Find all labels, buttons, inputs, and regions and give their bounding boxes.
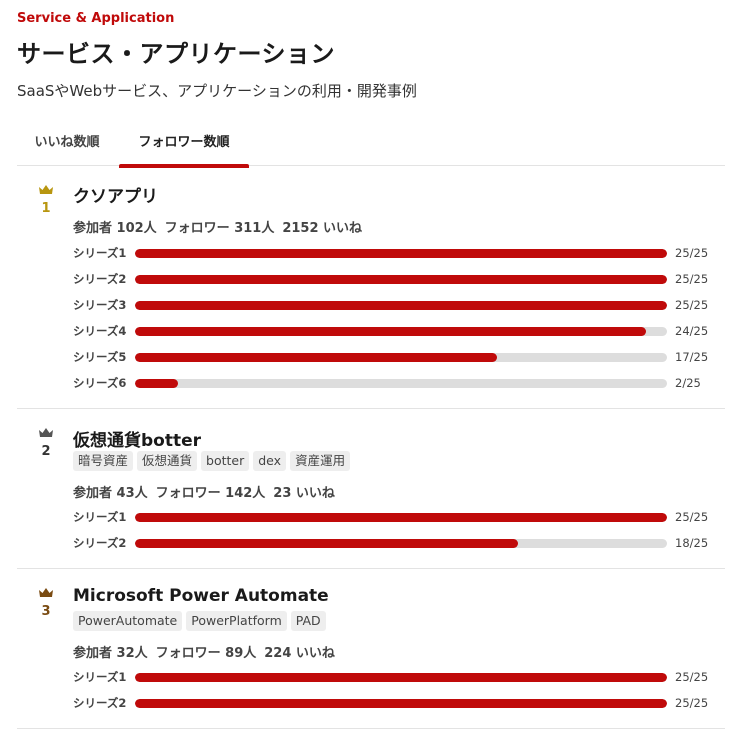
rank-badge: 1 — [35, 184, 57, 216]
followers-count: フォロワー 142人 — [155, 486, 266, 501]
entry-title[interactable]: クソアプリ — [73, 182, 158, 207]
tag[interactable]: 暗号資産 — [73, 451, 134, 471]
followers-count: フォロワー 89人 — [155, 646, 257, 661]
series-count: 2/25 — [675, 376, 701, 390]
series-progress-bar — [135, 513, 667, 522]
tag[interactable]: botter — [201, 451, 250, 471]
series-count: 25/25 — [675, 670, 709, 684]
series-progress-row[interactable]: シリーズ2 18/25 — [73, 536, 723, 550]
series-progress-fill — [135, 699, 667, 708]
series-label: シリーズ1 — [73, 246, 127, 260]
series-progress-bar — [135, 353, 667, 362]
page-description: SaaSやWebサービス、アプリケーションの利用・開発事例 — [17, 82, 417, 100]
series-progress-bar — [135, 301, 667, 310]
entry-stats: 参加者 102人 フォロワー 311人 2152 いいね — [73, 217, 370, 236]
series-count: 25/25 — [675, 298, 709, 312]
series-progress-fill — [135, 379, 178, 388]
series-progress-bar — [135, 327, 667, 336]
tag[interactable]: PowerPlatform — [186, 611, 287, 631]
tab-sort-by-likes[interactable]: いいね数順 — [19, 122, 115, 166]
tag[interactable]: 資産運用 — [290, 451, 351, 471]
rank-badge: 2 — [35, 427, 57, 459]
silver-crown-icon — [39, 428, 53, 437]
tag-list: 暗号資産 仮想通貨 botter dex 資産運用 — [73, 451, 351, 471]
series-progress-fill — [135, 673, 667, 682]
tab-label: フォロワー数順 — [138, 135, 230, 150]
series-label: シリーズ2 — [73, 536, 127, 550]
series-label: シリーズ1 — [73, 670, 127, 684]
rank-number: 3 — [41, 604, 51, 619]
series-count: 25/25 — [675, 510, 709, 524]
entry-stats: 参加者 32人 フォロワー 89人 224 いいね — [73, 642, 343, 661]
series-progress-bar — [135, 673, 667, 682]
participants-count: 参加者 32人 — [73, 646, 148, 661]
series-progress-row[interactable]: シリーズ5 17/25 — [73, 350, 723, 364]
series-progress-row[interactable]: シリーズ1 25/25 — [73, 510, 723, 524]
series-progress-row[interactable]: シリーズ4 24/25 — [73, 324, 723, 338]
series-progress-row[interactable]: シリーズ1 25/25 — [73, 246, 723, 260]
series-progress-row[interactable]: シリーズ6 2/25 — [73, 376, 723, 390]
tab-sort-by-followers[interactable]: フォロワー数順 — [119, 122, 249, 168]
tag[interactable]: 仮想通貨 — [137, 451, 198, 471]
tag-list: PowerAutomate PowerPlatform PAD — [73, 611, 326, 631]
series-progress-bar — [135, 249, 667, 258]
participants-count: 参加者 102人 — [73, 221, 157, 236]
series-label: シリーズ1 — [73, 510, 127, 524]
bronze-crown-icon — [39, 588, 53, 597]
series-progress-bar — [135, 699, 667, 708]
tag[interactable]: PAD — [290, 611, 326, 631]
series-count: 17/25 — [675, 350, 709, 364]
series-progress-row[interactable]: シリーズ2 25/25 — [73, 696, 723, 710]
entry-title[interactable]: 仮想通貨botter — [73, 426, 201, 451]
series-progress-bar — [135, 275, 667, 284]
series-label: シリーズ6 — [73, 376, 127, 390]
series-progress-fill — [135, 513, 667, 522]
series-label: シリーズ2 — [73, 696, 127, 710]
rank-number: 2 — [41, 444, 51, 459]
series-label: シリーズ5 — [73, 350, 127, 364]
series-count: 25/25 — [675, 272, 709, 286]
likes-count: 23 いいね — [273, 486, 335, 501]
category-eyebrow[interactable]: Service & Application — [17, 11, 174, 26]
series-progress-fill — [135, 249, 667, 258]
series-progress-row[interactable]: シリーズ2 25/25 — [73, 272, 723, 286]
ranking-entry: 1 クソアプリ 参加者 102人 フォロワー 311人 2152 いいね シリーズ1… — [17, 166, 725, 409]
series-progress-fill — [135, 275, 667, 284]
series-label: シリーズ2 — [73, 272, 127, 286]
entry-title[interactable]: Microsoft Power Automate — [73, 586, 329, 606]
participants-count: 参加者 43人 — [73, 486, 148, 501]
series-progress-row[interactable]: シリーズ3 25/25 — [73, 298, 723, 312]
entry-stats: 参加者 43人 フォロワー 142人 23 いいね — [73, 482, 343, 501]
series-progress-bar — [135, 379, 667, 388]
series-progress-row[interactable]: シリーズ1 25/25 — [73, 670, 723, 684]
series-progress-fill — [135, 327, 646, 336]
tag[interactable]: PowerAutomate — [73, 611, 183, 631]
series-progress-fill — [135, 353, 497, 362]
page-title: サービス・アプリケーション — [17, 40, 336, 68]
rank-badge: 3 — [35, 587, 57, 619]
ranking-entry: 2 仮想通貨botter 暗号資産 仮想通貨 botter dex 資産運用 参… — [17, 409, 725, 569]
followers-count: フォロワー 311人 — [164, 221, 275, 236]
gold-crown-icon — [39, 185, 53, 194]
likes-count: 224 いいね — [264, 646, 335, 661]
series-progress-bar — [135, 539, 667, 548]
series-label: シリーズ3 — [73, 298, 127, 312]
series-count: 18/25 — [675, 536, 709, 550]
ranking-entry: 3 Microsoft Power Automate PowerAutomate… — [17, 569, 725, 729]
series-progress-fill — [135, 539, 519, 548]
rank-number: 1 — [41, 201, 51, 216]
sort-tabs: いいね数順 フォロワー数順 — [17, 122, 725, 168]
series-count: 25/25 — [675, 696, 709, 710]
tag[interactable]: dex — [253, 451, 287, 471]
likes-count: 2152 いいね — [282, 221, 363, 236]
series-progress-fill — [135, 301, 667, 310]
series-count: 25/25 — [675, 246, 709, 260]
series-count: 24/25 — [675, 324, 709, 338]
series-label: シリーズ4 — [73, 324, 127, 338]
